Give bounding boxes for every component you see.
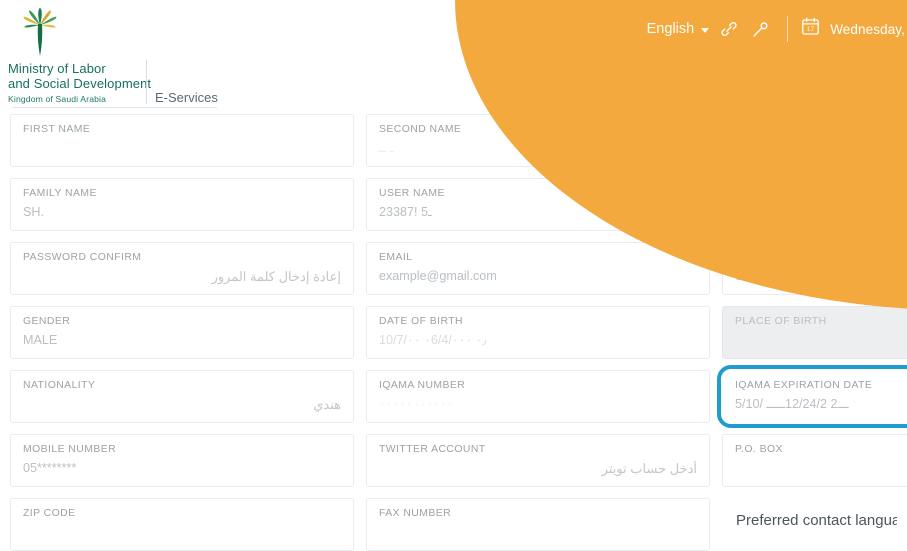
- language-label: English: [646, 21, 695, 37]
- field-zip-code[interactable]: ZIP CODE: [10, 498, 354, 551]
- date-display: 17 Wednesday,: [800, 16, 907, 42]
- preferred-contact-language-label: Preferred contact language l: [736, 512, 897, 529]
- field-value[interactable]: SH.: [23, 205, 341, 221]
- field-label: IQAMA EXPIRATION DATE: [735, 380, 873, 391]
- field-gender[interactable]: GENDER MALE: [10, 306, 354, 359]
- field-label: TWITTER ACCOUNT: [379, 444, 486, 455]
- field-iqama-expiration-date[interactable]: IQAMA EXPIRATION DATE 5/10/ ـــ2 12/24/2ـ…: [717, 365, 907, 428]
- field-value[interactable]: 5/10/ ـــ2 12/24/2ـــــ: [735, 397, 907, 413]
- field-label: DATE OF BIRTH: [379, 316, 463, 327]
- field-iqama-number[interactable]: IQAMA NUMBER ٠٠٠٠٠٠٠٠٠٠٠: [366, 370, 710, 423]
- ministry-line-2: and Social Development: [8, 76, 152, 92]
- header-divider: [787, 16, 789, 42]
- page-root: English 17 Wednesday, Ministry of Labor …: [0, 0, 907, 551]
- field-value[interactable]: 10/7/٠ ٠٠6/4/٠٫ ٠٠٠: [379, 333, 697, 349]
- field-date-of-birth[interactable]: DATE OF BIRTH 10/7/٠ ٠٠6/4/٠٫ ٠٠٠: [366, 306, 710, 359]
- field-value[interactable]: [23, 525, 341, 541]
- field-value[interactable]: أدخل حساب تويتر: [379, 461, 697, 477]
- field-value[interactable]: MALE: [23, 333, 341, 349]
- palm-tree-icon: [14, 8, 66, 58]
- field-label: FIRST NAME: [23, 124, 91, 135]
- form-row: NATIONALITY هندي IQAMA NUMBER ٠٠٠٠٠٠٠٠٠٠٠ IQ…: [0, 365, 907, 428]
- calendar-icon: 17: [800, 16, 821, 42]
- field-label: MOBILE NUMBER: [23, 444, 117, 455]
- field-password-confirm[interactable]: PASSWORD CONFIRM إعادة إدخال كلمة المرور: [10, 242, 354, 295]
- field-label: P.O. BOX: [735, 444, 783, 455]
- header-underline: [12, 107, 217, 108]
- ministry-line-3: Kingdom of Saudi Arabia: [8, 93, 107, 104]
- field-value[interactable]: أدخل الصندوق البريدي: [735, 461, 907, 477]
- field-label: PLACE OF BIRTH: [735, 316, 827, 327]
- field-value[interactable]: 05********: [23, 461, 341, 477]
- field-label: NATIONALITY: [23, 380, 96, 391]
- field-label: ZIP CODE: [23, 508, 76, 519]
- field-label: FAX NUMBER: [379, 508, 452, 519]
- header-toolbar: English 17 Wednesday,: [643, 14, 907, 44]
- ministry-line-1: Ministry of Labor: [8, 61, 106, 76]
- wrench-icon[interactable]: [745, 15, 777, 43]
- field-label: GENDER: [23, 316, 71, 327]
- field-first-name[interactable]: FIRST NAME: [10, 114, 354, 167]
- field-label: EMAIL: [379, 252, 413, 263]
- field-place-of-birth: PLACE OF BIRTH: [722, 306, 907, 359]
- field-family-name[interactable]: FAMILY NAME SH.: [10, 178, 354, 231]
- logo-divider: [146, 60, 147, 104]
- field-label: PASSWORD CONFIRM: [23, 252, 142, 263]
- field-twitter-account[interactable]: TWITTER ACCOUNT أدخل حساب تويتر: [366, 434, 710, 487]
- form-row: ZIP CODE FAX NUMBER Preferred contact lang…: [0, 498, 907, 551]
- link-icon[interactable]: [713, 15, 745, 43]
- ministry-name: Ministry of Labor and Social Development…: [8, 61, 151, 104]
- field-value[interactable]: ٠٠٠٠٠٠٠٠٠٠٠: [379, 397, 697, 413]
- chevron-down-icon: [701, 27, 710, 33]
- field-p-o-box[interactable]: P.O. BOX أدخل الصندوق البريدي: [722, 434, 907, 487]
- site-header: English 17 Wednesday, Ministry of Labor …: [0, 0, 907, 310]
- field-label: FAMILY NAME: [23, 188, 97, 199]
- field-label: IQAMA NUMBER: [379, 380, 466, 391]
- field-value[interactable]: إعادة إدخال كلمة المرور: [23, 269, 341, 285]
- eservices-label: E-Services: [155, 90, 218, 105]
- form-row: GENDER MALE DATE OF BIRTH 10/7/٠ ٠٠6/4/٠٫ ٠…: [0, 306, 907, 359]
- field-value[interactable]: example@gmail.com: [379, 269, 697, 285]
- svg-text:17: 17: [807, 26, 815, 33]
- language-selector[interactable]: English: [643, 19, 714, 39]
- field-mobile-number[interactable]: MOBILE NUMBER 05********: [10, 434, 354, 487]
- date-text: Wednesday,: [830, 21, 905, 37]
- ministry-logo[interactable]: Ministry of Labor and Social Development…: [8, 8, 151, 104]
- field-value[interactable]: [23, 141, 341, 157]
- field-fax-number[interactable]: FAX NUMBER: [366, 498, 710, 551]
- field-value[interactable]: هندي: [23, 397, 341, 413]
- field-value[interactable]: [379, 525, 697, 541]
- field-nationality[interactable]: NATIONALITY هندي: [10, 370, 354, 423]
- form-row: MOBILE NUMBER 05******** TWITTER ACCOUNT أد…: [0, 434, 907, 487]
